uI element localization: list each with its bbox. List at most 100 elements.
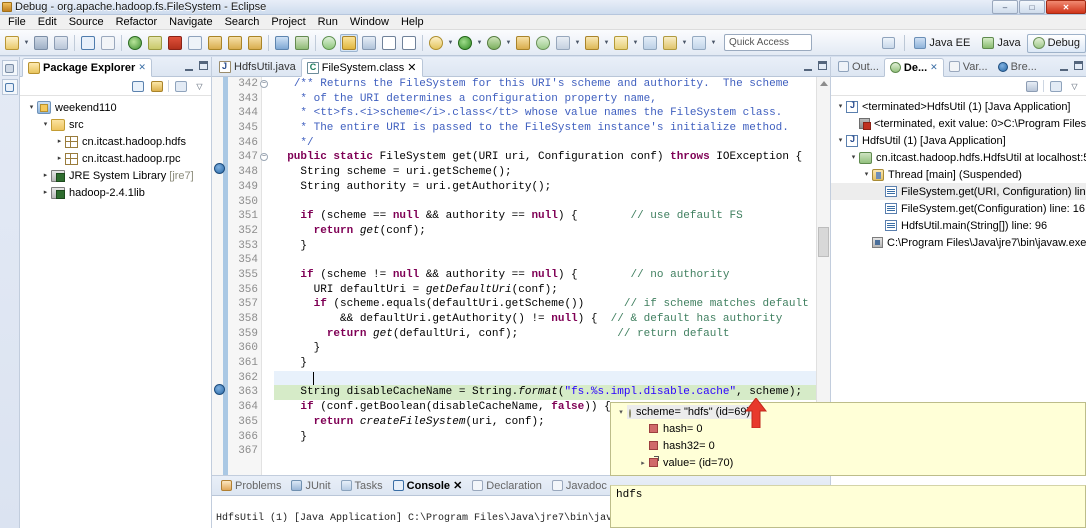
expand-arrow-icon[interactable]: ▾ <box>615 408 627 416</box>
next-annotation-icon[interactable] <box>273 34 291 52</box>
expand-arrow-icon[interactable]: ▾ <box>40 116 51 133</box>
expand-arrow-icon[interactable]: ▾ <box>26 99 37 116</box>
code-line[interactable]: * <tt>fs.<i>scheme</i>.class</tt> whose … <box>274 106 830 121</box>
inspect-row[interactable]: ▾ scheme= "hdfs" (id=69) <box>611 403 1085 420</box>
perspective-java-ee[interactable]: Java EE <box>908 34 976 53</box>
inspect-row[interactable]: ▸ value= (id=70) <box>611 454 1085 471</box>
debug-view-chevron-down-icon[interactable]: ▽ <box>1067 79 1082 94</box>
save-all-icon[interactable] <box>52 34 70 52</box>
run-dropdown-icon[interactable]: ▼ <box>475 34 484 52</box>
previous-edit-dropdown-icon[interactable]: ▼ <box>709 34 718 52</box>
no-edit-icon[interactable] <box>99 34 117 52</box>
code-line[interactable]: return get(conf); <box>274 224 830 239</box>
external-tools-icon[interactable] <box>427 34 445 52</box>
open-perspective-icon[interactable] <box>514 34 532 52</box>
inspect-row[interactable]: hash32= 0 <box>611 437 1085 454</box>
new-java-project-icon[interactable] <box>583 34 601 52</box>
close-icon[interactable]: ✕ <box>407 61 416 74</box>
collapse-arrow-icon[interactable]: ▸ <box>40 184 51 201</box>
tab-hdfsutil-java[interactable]: HdfsUtil.java <box>214 57 301 76</box>
code-line[interactable]: && defaultUri.getAuthority() != null) { … <box>274 312 830 327</box>
menu-help[interactable]: Help <box>395 15 430 29</box>
scrollbar-thumb[interactable] <box>818 227 829 257</box>
tree-item[interactable]: ▸ cn.itcast.hadoop.hdfs <box>20 133 211 150</box>
external-tools-dropdown-icon[interactable]: ▼ <box>446 34 455 52</box>
tab-variables[interactable]: Var... <box>944 57 993 76</box>
tab-declaration[interactable]: Declaration <box>467 476 547 495</box>
back-icon[interactable] <box>641 34 659 52</box>
close-icon[interactable]: ✕ <box>930 62 938 73</box>
previous-edit-icon[interactable] <box>690 34 708 52</box>
code-line[interactable]: */ <box>274 136 830 151</box>
maximize-icon[interactable] <box>818 61 827 70</box>
new-icon[interactable] <box>3 34 21 52</box>
tab-filesystem-class[interactable]: FileSystem.class ✕ <box>300 58 423 77</box>
collapse-arrow-icon[interactable]: ▸ <box>40 167 51 184</box>
debug-tree-item[interactable]: ▾ <terminated>HdfsUtil (1) [Java Applicat… <box>831 98 1086 115</box>
pin-icon[interactable] <box>554 34 572 52</box>
debug-dropdown-icon[interactable]: ▼ <box>504 34 513 52</box>
expand-arrow-icon[interactable]: ▾ <box>835 98 846 115</box>
new-java-project-dropdown-icon[interactable]: ▼ <box>602 34 611 52</box>
debug-tree-item[interactable]: ▾ Thread [main] (Suspended) <box>831 166 1086 183</box>
perspective-debug[interactable]: Debug <box>1026 33 1086 53</box>
code-line[interactable]: if (scheme == null && authority == null)… <box>274 209 830 224</box>
tree-item[interactable]: ▾ weekend110 <box>20 99 211 116</box>
code-line[interactable] <box>274 370 830 386</box>
toggle-block-selection-icon[interactable] <box>380 34 398 52</box>
collapse-all-icon[interactable] <box>130 79 145 94</box>
code-line[interactable]: URI defaultUri = getDefaultUri(conf); <box>274 283 830 298</box>
resume-icon[interactable] <box>126 34 144 52</box>
minimized-view-icon-1[interactable] <box>1 60 18 76</box>
minimize-icon[interactable] <box>1058 60 1069 71</box>
menu-source[interactable]: Source <box>63 15 110 29</box>
tab-breakpoints[interactable]: Bre... <box>993 57 1042 76</box>
perspective-java[interactable]: Java <box>976 34 1026 53</box>
terminate-icon[interactable] <box>166 34 184 52</box>
show-whitespace-icon[interactable] <box>400 34 418 52</box>
menu-file[interactable]: File <box>2 15 32 29</box>
code-line[interactable]: String authority = uri.getAuthority(); <box>274 180 830 195</box>
maximize-icon[interactable] <box>199 61 208 70</box>
search-icon[interactable] <box>320 34 338 52</box>
debug-tree-item[interactable]: ▾ HdfsUtil (1) [Java Application] <box>831 132 1086 149</box>
tab-problems[interactable]: Problems <box>216 476 286 495</box>
code-line[interactable]: } <box>274 341 830 356</box>
tab-console[interactable]: Console ✕ <box>388 476 468 495</box>
tab-junit[interactable]: JUnit <box>286 476 335 495</box>
code-line[interactable]: if (scheme.equals(defaultUri.getScheme()… <box>274 297 830 312</box>
expand-arrow-icon[interactable]: ▸ <box>637 459 649 467</box>
forward-dropdown-icon[interactable]: ▼ <box>680 34 689 52</box>
run-icon[interactable] <box>456 34 474 52</box>
tab-javadoc[interactable]: Javadoc <box>547 476 612 495</box>
menu-refactor[interactable]: Refactor <box>110 15 164 29</box>
maximize-button[interactable]: □ <box>1019 0 1045 14</box>
tab-package-explorer[interactable]: Package Explorer ✕ <box>22 58 152 77</box>
debug-view-menu-icon[interactable] <box>1048 79 1063 94</box>
close-button[interactable]: ✕ <box>1046 0 1086 14</box>
quick-access-input[interactable]: Quick Access <box>724 34 812 51</box>
code-line[interactable]: } <box>274 356 830 371</box>
inspect-row[interactable]: hash= 0 <box>611 420 1085 437</box>
close-icon[interactable]: ✕ <box>453 479 462 492</box>
tree-item[interactable]: ▾ src <box>20 116 211 133</box>
open-perspective-button[interactable] <box>878 34 898 52</box>
tab-tasks[interactable]: Tasks <box>336 476 388 495</box>
debug-tree-item[interactable]: ▾ cn.itcast.hadoop.hdfs.HdfsUtil at local… <box>831 149 1086 166</box>
remove-all-terminated-icon[interactable] <box>1024 79 1039 94</box>
debug-tree-item[interactable]: HdfsUtil.main(String[]) line: 96 <box>831 217 1086 234</box>
menu-window[interactable]: Window <box>344 15 395 29</box>
package-explorer-tree[interactable]: ▾ weekend110 ▾ src ▸ cn.itcast.hadoop.hdfs ▸ cn… <box>20 96 211 201</box>
tree-item[interactable]: ▸ JRE System Library [jre7] <box>20 167 211 184</box>
code-line[interactable] <box>274 253 830 268</box>
disconnect-icon[interactable] <box>186 34 204 52</box>
debug-launch-icon[interactable] <box>485 34 503 52</box>
collapse-arrow-icon[interactable]: ▸ <box>54 150 65 167</box>
expand-arrow-icon[interactable]: ▾ <box>835 132 846 149</box>
code-line[interactable]: String scheme = uri.getScheme(); <box>274 165 830 180</box>
tree-item[interactable]: ▸ cn.itcast.hadoop.rpc <box>20 150 211 167</box>
link-with-editor-icon[interactable] <box>149 79 164 94</box>
code-line[interactable] <box>274 195 830 210</box>
expand-arrow-icon[interactable]: ▾ <box>861 166 872 183</box>
suspend-icon[interactable] <box>146 34 164 52</box>
